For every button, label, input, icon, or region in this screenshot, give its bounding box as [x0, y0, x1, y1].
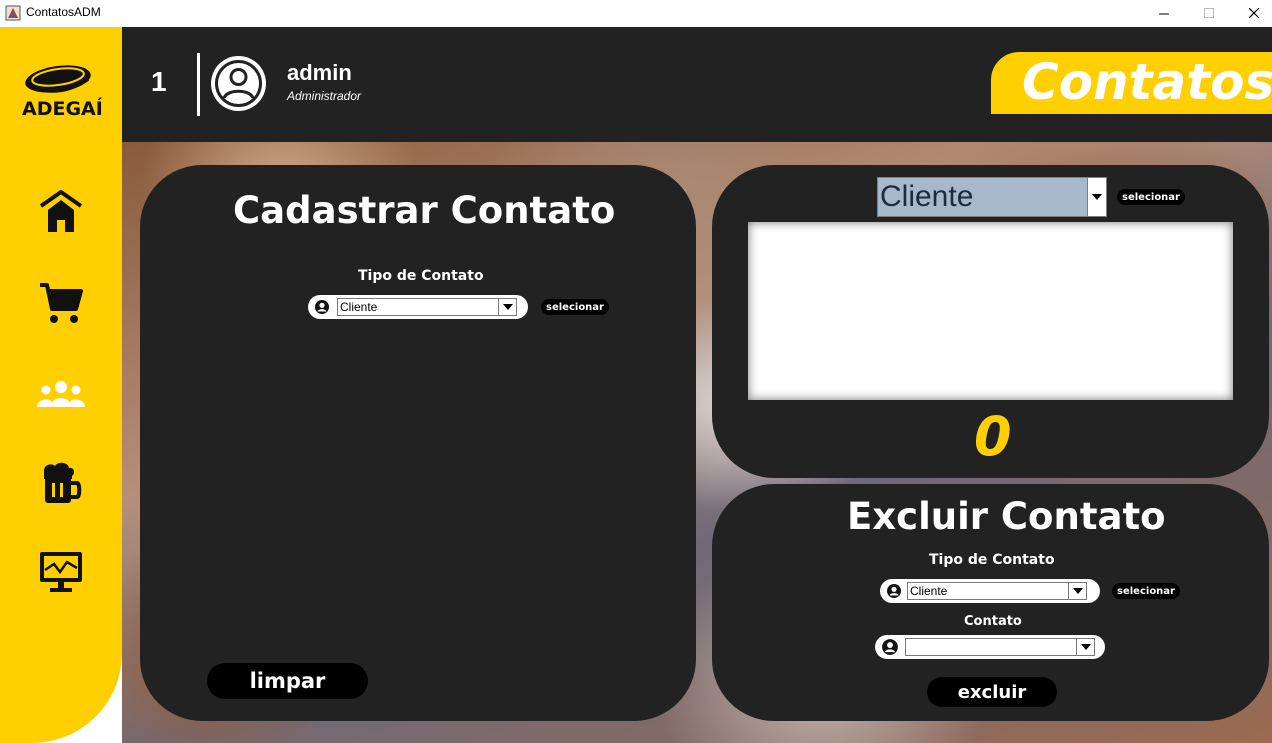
- register-type-label: Tipo de Contato: [358, 268, 484, 284]
- register-type-combo-pill: Cliente: [308, 295, 528, 319]
- close-button[interactable]: [1231, 0, 1272, 27]
- minimize-button[interactable]: [1141, 0, 1187, 27]
- user-role: Administrador: [287, 89, 362, 103]
- avatar: [211, 56, 266, 111]
- window-titlebar: ContatosADM: [0, 0, 1272, 27]
- beer-icon: [44, 462, 82, 503]
- delete-title: Excluir Contato: [847, 495, 1166, 538]
- list-type-value: Cliente: [880, 180, 974, 213]
- delete-type-select[interactable]: Cliente: [907, 582, 1087, 600]
- delete-type-value: Cliente: [910, 584, 948, 598]
- list-type-select[interactable]: Cliente: [877, 177, 1107, 217]
- sidebar-item-monitor[interactable]: [33, 546, 89, 598]
- sidebar-item-beer[interactable]: [33, 457, 89, 509]
- sidebar: ADEGAÍ: [0, 27, 122, 743]
- register-type-select[interactable]: Cliente: [337, 298, 517, 316]
- user-circle-icon: [314, 299, 330, 315]
- window-title: ContatosADM: [26, 5, 101, 19]
- chevron-down-icon[interactable]: [498, 299, 516, 315]
- user-circle-icon: [881, 638, 899, 656]
- logo-text: ADEGAÍ: [22, 97, 102, 119]
- sidebar-item-home[interactable]: [33, 185, 89, 237]
- home-icon: [39, 190, 83, 232]
- contact-count: 0: [974, 405, 1012, 468]
- header-divider: [197, 53, 200, 116]
- sidebar-item-cart[interactable]: [33, 277, 89, 329]
- register-type-value: Cliente: [340, 300, 378, 314]
- contact-label: Contato: [964, 614, 1022, 629]
- chevron-down-icon[interactable]: [1068, 583, 1086, 599]
- page-title: Contatos: [1022, 53, 1272, 111]
- register-contact-panel: [140, 165, 696, 721]
- user-avatar-icon: [211, 56, 266, 111]
- chevron-down-icon[interactable]: [1087, 178, 1106, 216]
- user-circle-icon: [886, 583, 902, 599]
- contact-combo-pill: [875, 635, 1105, 659]
- delete-type-combo-pill: Cliente: [880, 579, 1100, 603]
- users-icon: [37, 381, 85, 407]
- monitor-chart-icon: [40, 552, 82, 592]
- chevron-down-icon[interactable]: [1076, 639, 1094, 655]
- delete-select-button[interactable]: selecionar: [1112, 583, 1180, 599]
- sidebar-item-users[interactable]: [33, 368, 89, 420]
- maximize-button[interactable]: [1186, 0, 1232, 27]
- user-number: 1: [151, 66, 167, 97]
- register-select-button[interactable]: selecionar: [541, 299, 609, 315]
- java-app-icon: [5, 5, 21, 21]
- delete-type-label: Tipo de Contato: [929, 552, 1055, 568]
- user-name: admin: [287, 60, 352, 85]
- clear-button[interactable]: limpar: [207, 663, 368, 699]
- register-title: Cadastrar Contato: [233, 189, 616, 232]
- cart-icon: [40, 283, 83, 323]
- list-select-button[interactable]: selecionar: [1117, 189, 1185, 205]
- contact-list-area[interactable]: [748, 222, 1233, 400]
- adegai-logo[interactable]: ADEGAÍ: [20, 57, 103, 120]
- delete-button[interactable]: excluir: [927, 677, 1057, 707]
- contact-select[interactable]: [905, 638, 1095, 656]
